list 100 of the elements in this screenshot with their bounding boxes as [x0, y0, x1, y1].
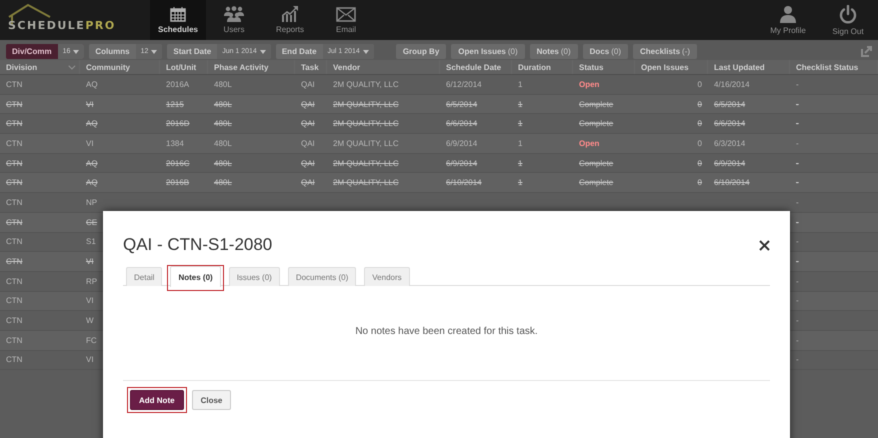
- nav-tab[interactable]: Schedules: [150, 0, 206, 40]
- column-header[interactable]: Vendor: [333, 62, 360, 72]
- table-cell: 0: [698, 80, 702, 89]
- table-cell: 1215: [166, 100, 184, 109]
- table-cell: 480L: [214, 138, 232, 148]
- table-cell: CTN: [6, 218, 22, 227]
- column-header[interactable]: Lot/Unit: [166, 62, 196, 72]
- nav-tab[interactable]: Reports: [262, 0, 318, 40]
- table-cell: -: [796, 336, 799, 345]
- table-cell: CTN: [6, 198, 22, 207]
- table-cell: 2016C: [166, 158, 190, 168]
- table-cell: 6/5/2014: [714, 100, 746, 109]
- column-header[interactable]: Last Updated: [714, 62, 765, 72]
- table-cell: AQ: [86, 80, 98, 89]
- table-cell: -: [796, 178, 799, 188]
- table-cell: 2016D: [166, 119, 190, 128]
- users-icon: [223, 6, 245, 22]
- table-cell: VI: [86, 296, 94, 306]
- table-cell: -: [796, 138, 799, 148]
- toolbar-button[interactable]: Checklists (-): [633, 44, 698, 59]
- toolbar-button[interactable]: Docs (0): [582, 44, 628, 59]
- table-cell: 2M QUALITY, LLC: [333, 138, 399, 148]
- table-cell: 2M QUALITY, LLC: [333, 80, 399, 89]
- table-cell: -: [796, 158, 799, 168]
- toolbar-button[interactable]: Group By: [396, 44, 446, 59]
- table-cell: -: [796, 80, 799, 89]
- export-icon[interactable]: [861, 46, 872, 57]
- table-cell: Complete: [579, 158, 614, 168]
- column-header[interactable]: Division: [6, 62, 38, 72]
- table-cell: 6/12/2014: [446, 80, 482, 89]
- table-cell: CTN: [6, 178, 22, 188]
- column-header[interactable]: Status: [579, 62, 604, 72]
- power-icon: [839, 4, 857, 24]
- dialog-tab[interactable]: Vendors: [364, 267, 410, 286]
- table-cell: -: [796, 119, 799, 128]
- chart-icon: [281, 6, 299, 22]
- table-cell: QAI: [301, 80, 315, 89]
- person-icon: [779, 5, 797, 23]
- column-header[interactable]: Duration: [518, 62, 551, 72]
- table-cell: Complete: [579, 119, 614, 128]
- table-cell: 480L: [214, 100, 232, 109]
- nav-tab[interactable]: Users: [206, 0, 262, 40]
- column-header[interactable]: Checklist Status: [796, 62, 858, 72]
- dialog-tab[interactable]: Issues (0): [228, 267, 280, 286]
- table-cell: 1: [518, 178, 522, 188]
- table-cell: FC: [86, 336, 97, 345]
- column-header[interactable]: Task: [301, 62, 319, 72]
- table-cell: 6/5/2014: [446, 100, 478, 109]
- table-cell: 2M QUALITY, LLC: [333, 119, 399, 128]
- table-cell: Complete: [579, 100, 614, 109]
- table-cell: 0: [698, 119, 702, 128]
- table-cell: VI: [86, 355, 94, 364]
- table-cell: CTN: [6, 158, 22, 168]
- dialog-tab[interactable]: Documents (0): [288, 267, 356, 286]
- table-cell: CTN: [6, 100, 22, 109]
- caret-icon: [260, 50, 266, 54]
- dialog-button[interactable]: Close: [192, 390, 232, 410]
- empty-message: No notes have been created for this task.: [354, 326, 539, 339]
- dialog-tab[interactable]: Notes (0): [170, 266, 221, 287]
- table-cell: 0: [698, 138, 702, 148]
- caret-icon: [151, 50, 158, 54]
- table-cell: QAI: [301, 119, 315, 128]
- table-cell: 6/9/2014: [714, 158, 746, 168]
- table-cell: 6/9/2014: [446, 138, 478, 148]
- table-cell: AQ: [86, 158, 98, 168]
- column-header[interactable]: Phase Activity: [214, 62, 268, 72]
- table-cell: QAI: [301, 178, 315, 188]
- filter-label: Start Date: [172, 46, 212, 58]
- toolbar-button[interactable]: Notes (0): [530, 44, 578, 59]
- table-cell: -: [796, 100, 799, 109]
- table-cell: 6/10/2014: [446, 178, 482, 188]
- column-header[interactable]: Schedule Date: [446, 62, 502, 72]
- dialog-button[interactable]: Add Note: [130, 390, 184, 410]
- table-cell: 480L: [214, 119, 232, 128]
- table-cell: 2M QUALITY, LLC: [333, 100, 399, 109]
- account-button[interactable]: My Profile: [758, 0, 818, 40]
- table-cell: QAI: [301, 138, 315, 148]
- column-header[interactable]: Community: [86, 62, 130, 72]
- toolbar-button[interactable]: Open Issues (0): [451, 44, 525, 59]
- table-cell: 2016A: [166, 80, 190, 89]
- table-cell: VI: [86, 138, 94, 148]
- dialog-tab[interactable]: Detail: [126, 267, 162, 286]
- nav-tab[interactable]: Email: [318, 0, 374, 40]
- table-cell: 6/9/2014: [446, 158, 478, 168]
- filter-label: End Date: [280, 46, 318, 58]
- table-cell: 6/3/2014: [714, 138, 746, 148]
- account-button[interactable]: Sign Out: [818, 0, 878, 40]
- table-cell: VI: [86, 100, 94, 109]
- app-logo[interactable]: SCHEDULE PRO: [8, 19, 116, 32]
- table-cell: CTN: [6, 119, 22, 128]
- table-cell: 2M QUALITY, LLC: [333, 158, 399, 168]
- table-cell: CTN: [6, 316, 22, 326]
- column-header[interactable]: Open Issues: [641, 62, 689, 72]
- table-cell: 6/10/2014: [714, 178, 750, 188]
- table-cell: QAI: [301, 158, 315, 168]
- table-cell: 4/16/2014: [714, 80, 750, 89]
- envelope-icon: [336, 6, 356, 22]
- table-cell: -: [796, 237, 799, 246]
- table-cell: CTN: [6, 336, 22, 345]
- table-cell: NP: [86, 198, 98, 207]
